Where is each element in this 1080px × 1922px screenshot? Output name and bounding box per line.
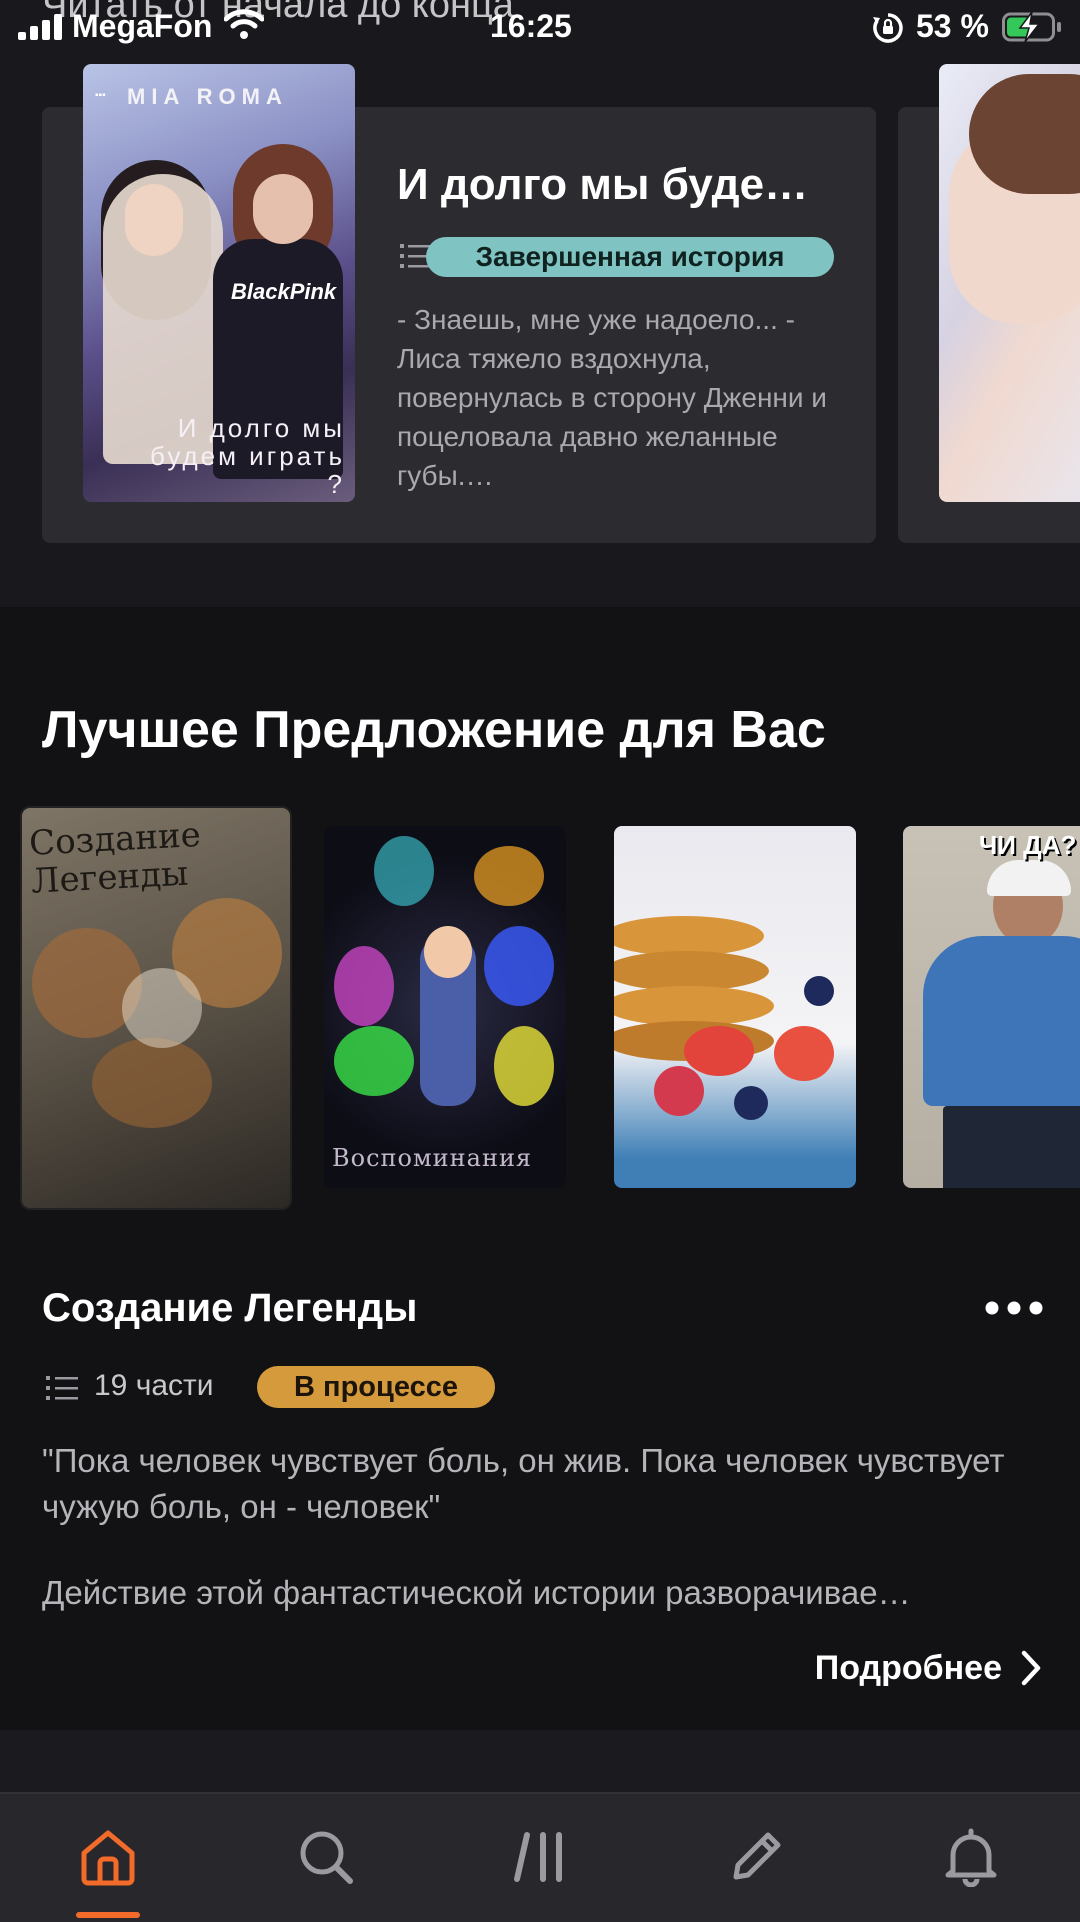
more-details-link[interactable]: Подробнее <box>815 1644 1042 1692</box>
clock: 16:25 <box>490 8 572 44</box>
cover-brand: MIA ROMA <box>127 84 288 109</box>
cover-title: И долго мы будем играть ? <box>150 413 345 499</box>
cover-art <box>943 1106 1080 1188</box>
cover-art <box>987 860 1071 896</box>
featured-story-title[interactable]: И долго мы буде… <box>397 160 837 210</box>
section-divider <box>0 1730 1080 1792</box>
cover-text: Воспоминания <box>332 1144 533 1172</box>
nav-search[interactable] <box>291 1822 361 1892</box>
cover-art <box>804 976 834 1006</box>
cover-art <box>734 1086 768 1120</box>
cover-art <box>424 926 472 978</box>
nav-notifications[interactable] <box>936 1822 1006 1892</box>
write-icon <box>733 1832 781 1880</box>
more-details-label: Подробнее <box>814 1648 1002 1687</box>
cover-art <box>334 946 394 1026</box>
recommendation-description: Действие этой фантастической истории раз… <box>42 1574 911 1611</box>
status-badge-in-progress: В процессе <box>257 1366 495 1408</box>
nav-write[interactable] <box>721 1822 791 1892</box>
recommendation-cover[interactable]: Создание Легенды <box>22 808 290 1208</box>
library-icon <box>514 1832 562 1882</box>
featured-story-cover[interactable]: ▪▪▪ MIA ROMA BlackPink И долго мы будем … <box>83 64 355 502</box>
cover-figure <box>969 74 1080 194</box>
battery-percent: 53 % <box>916 8 989 44</box>
chevron-right-icon <box>1021 1650 1041 1686</box>
cover-art <box>614 916 764 956</box>
status-badge-completed: Завершенная история <box>426 237 834 277</box>
nav-library[interactable] <box>506 1822 576 1892</box>
cover-art <box>654 1066 704 1116</box>
carrier-name: MegaFon <box>72 8 213 44</box>
wifi-icon <box>224 9 264 39</box>
featured-story-excerpt: - Знаешь, мне уже надоело... - Лиса тяже… <box>397 304 827 491</box>
more-options-icon[interactable] <box>982 1290 1046 1326</box>
cover-figure <box>125 184 183 256</box>
cover-art <box>374 836 434 906</box>
cover-art <box>334 1026 414 1096</box>
cover-text: Создание Легенды <box>28 814 202 902</box>
next-story-cover[interactable] <box>939 64 1080 502</box>
bottom-navigation <box>0 1792 1080 1922</box>
cover-art <box>774 1026 834 1081</box>
cover-art <box>484 926 554 1006</box>
recommendation-title[interactable]: Создание Легенды <box>42 1286 417 1331</box>
cover-figure <box>253 174 313 244</box>
battery-charging-icon <box>1002 11 1061 43</box>
active-tab-indicator <box>76 1912 140 1918</box>
top-section: Читать от начала до конца MegaFon 16:25 … <box>0 0 1080 607</box>
cover-text: ЧИ ДА? <box>979 830 1077 860</box>
recommendation-quote: "Пока человек чувствует боль, он жив. По… <box>42 1442 1005 1525</box>
cover-brand-mark: ▪▪▪ <box>95 90 106 101</box>
nav-home[interactable] <box>73 1822 143 1892</box>
cover-art <box>614 986 774 1026</box>
cover-art <box>684 1026 754 1076</box>
recommendation-cover[interactable]: ЧИ ДА? <box>903 826 1080 1188</box>
status-bar: MegaFon 16:25 53 % <box>0 0 1080 56</box>
list-icon <box>46 1376 78 1400</box>
rotation-lock-icon <box>873 13 903 43</box>
section-title: Лучшее Предложение для Вас <box>42 701 826 759</box>
recommendation-cover[interactable]: Воспоминания <box>324 826 566 1188</box>
parts-count: 19 части <box>94 1369 214 1402</box>
cover-shirt-text: BlackPink <box>231 279 337 304</box>
signal-icon <box>18 14 62 40</box>
cover-art <box>92 1038 212 1128</box>
cover-art <box>614 951 769 991</box>
cover-art <box>122 968 202 1048</box>
bell-icon <box>945 1828 997 1887</box>
cover-art <box>494 1026 554 1106</box>
cover-art <box>923 936 1080 1106</box>
home-icon <box>81 1830 135 1886</box>
recommendation-cover[interactable] <box>614 826 856 1188</box>
search-icon <box>300 1831 353 1884</box>
cover-art <box>474 846 544 906</box>
